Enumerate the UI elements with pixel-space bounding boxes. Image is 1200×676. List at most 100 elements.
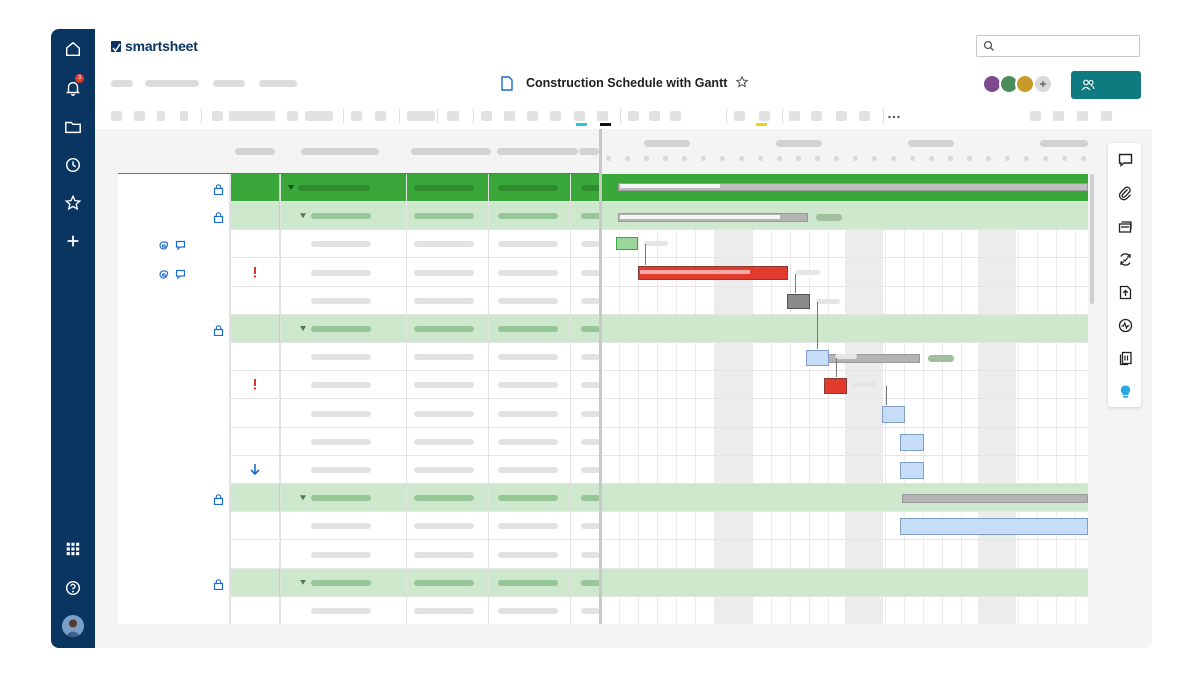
indicator-cell[interactable]	[230, 230, 280, 259]
task-row[interactable]	[118, 540, 600, 569]
indicator-cell[interactable]	[230, 427, 280, 456]
folder-icon[interactable]	[61, 115, 85, 139]
row-actions-cell[interactable]	[118, 512, 230, 541]
toolbar-button[interactable]	[811, 111, 822, 121]
collapse-chevron-icon[interactable]	[300, 495, 306, 501]
task-name[interactable]	[311, 608, 371, 614]
row-actions-cell[interactable]	[118, 258, 230, 287]
duration[interactable]	[581, 467, 600, 473]
duration[interactable]	[581, 185, 600, 191]
toolbar-button[interactable]	[1101, 111, 1112, 121]
task-name[interactable]	[311, 354, 371, 361]
row-actions-cell[interactable]	[118, 597, 230, 624]
collapse-chevron-icon[interactable]	[300, 213, 306, 219]
attachment-indicator-icon[interactable]	[158, 267, 170, 279]
duration[interactable]	[581, 495, 600, 502]
start-date[interactable]	[414, 269, 474, 276]
proof-icon[interactable]	[1116, 217, 1134, 235]
toolbar-button[interactable]	[305, 111, 333, 121]
toolbar-button[interactable]	[574, 111, 585, 121]
end-date[interactable]	[498, 241, 558, 248]
share-button[interactable]	[1071, 71, 1141, 99]
row-actions-cell[interactable]	[118, 343, 230, 372]
start-date[interactable]	[414, 410, 474, 417]
brand-logo[interactable]: smartsheet	[111, 38, 198, 54]
duration[interactable]	[581, 297, 600, 304]
start-date[interactable]	[414, 551, 474, 558]
toolbar-button[interactable]	[1053, 111, 1064, 121]
toolbar-button[interactable]	[229, 111, 275, 121]
end-date[interactable]	[498, 608, 558, 614]
attachment-icon[interactable]	[1116, 184, 1134, 202]
group-row[interactable]	[118, 202, 600, 231]
start-date[interactable]	[414, 608, 474, 614]
publish-icon[interactable]	[1116, 283, 1134, 301]
task-bar[interactable]	[900, 462, 924, 479]
toolbar-button[interactable]	[670, 111, 681, 121]
toolbar-button[interactable]	[180, 111, 188, 121]
indicator-cell[interactable]	[230, 512, 280, 541]
plus-icon[interactable]	[61, 229, 85, 253]
start-date[interactable]	[414, 382, 474, 389]
task-name[interactable]	[311, 213, 371, 220]
toolbar-button[interactable]	[789, 111, 800, 121]
toolbar-button[interactable]	[447, 111, 459, 121]
toolbar-button[interactable]	[157, 111, 165, 121]
start-date[interactable]	[414, 213, 474, 220]
toolbar-button[interactable]	[1030, 111, 1041, 121]
toolbar-button[interactable]	[734, 111, 745, 121]
indicator-cell[interactable]	[230, 568, 280, 597]
duration[interactable]	[581, 410, 600, 417]
task-name[interactable]	[311, 551, 371, 558]
task-row[interactable]	[118, 427, 600, 456]
task-bar[interactable]	[616, 237, 638, 250]
row-actions-cell[interactable]	[118, 540, 230, 569]
user-avatar[interactable]	[62, 615, 84, 637]
collapse-chevron-icon[interactable]	[300, 326, 306, 331]
group-row[interactable]	[118, 174, 600, 202]
duration[interactable]	[581, 523, 600, 530]
toolbar-button[interactable]	[1077, 111, 1088, 121]
toolbar-button[interactable]	[134, 111, 145, 121]
duration[interactable]	[581, 579, 600, 586]
indicator-cell[interactable]	[230, 315, 280, 343]
start-date[interactable]	[414, 297, 474, 304]
end-date[interactable]	[498, 185, 558, 191]
comment-indicator-icon[interactable]	[175, 238, 186, 251]
summary-icon[interactable]	[1116, 349, 1134, 367]
start-date[interactable]	[414, 523, 474, 530]
collapse-chevron-icon[interactable]	[288, 185, 294, 190]
task-row[interactable]	[118, 512, 600, 541]
summary-bar[interactable]	[902, 494, 1088, 503]
favorite-star-icon[interactable]	[735, 75, 749, 94]
task-row[interactable]	[118, 230, 600, 259]
task-name[interactable]	[311, 297, 371, 304]
duration[interactable]	[581, 213, 600, 220]
end-date[interactable]	[498, 326, 558, 332]
task-bar[interactable]	[900, 434, 924, 451]
end-date[interactable]	[498, 297, 558, 304]
end-date[interactable]	[498, 495, 558, 502]
row-actions-cell[interactable]	[118, 456, 230, 484]
end-date[interactable]	[498, 213, 558, 220]
apps-grid-icon[interactable]	[61, 537, 85, 561]
gantt-splitter[interactable]	[599, 129, 602, 624]
row-actions-cell[interactable]	[118, 286, 230, 315]
toolbar-button[interactable]	[836, 111, 847, 121]
task-name[interactable]	[311, 438, 371, 445]
row-actions-cell[interactable]	[118, 427, 230, 456]
column-header[interactable]	[301, 148, 379, 155]
start-date[interactable]	[414, 579, 474, 586]
row-actions-cell[interactable]	[118, 371, 230, 400]
task-bar[interactable]	[882, 406, 905, 423]
start-date[interactable]	[414, 495, 474, 502]
column-header[interactable]	[235, 148, 275, 155]
end-date[interactable]	[498, 410, 558, 417]
indicator-cell[interactable]	[230, 286, 280, 315]
toolbar-button[interactable]	[527, 111, 538, 121]
toolbar-button[interactable]	[212, 111, 223, 121]
duration[interactable]	[581, 438, 600, 445]
task-row[interactable]	[118, 286, 600, 315]
indicator-cell[interactable]	[230, 174, 280, 202]
end-date[interactable]	[498, 523, 558, 530]
